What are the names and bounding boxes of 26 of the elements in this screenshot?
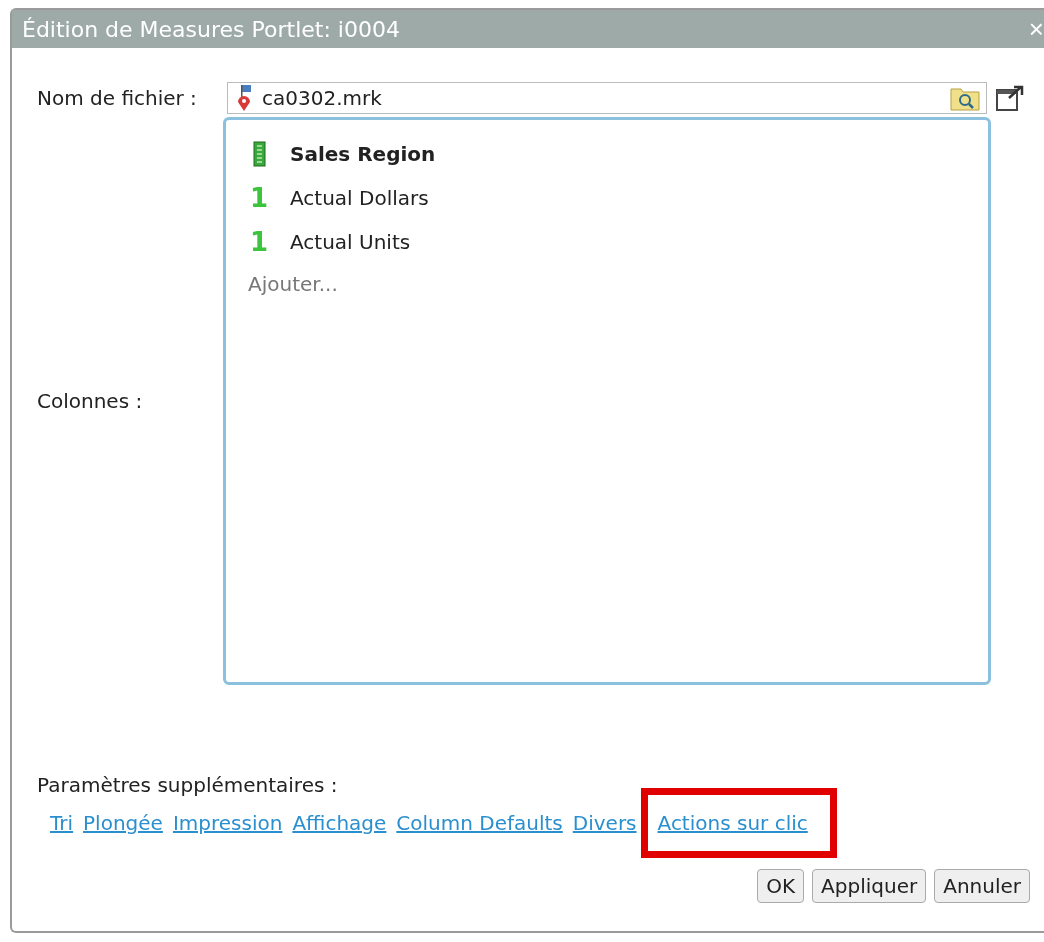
dialog-button[interactable]: Annuler (934, 869, 1030, 903)
column-item[interactable]: Actual Units (290, 230, 411, 254)
close-button[interactable]: × (1028, 13, 1044, 45)
settings-link[interactable]: Divers (572, 811, 637, 835)
settings-link[interactable]: Column Defaults (396, 811, 563, 835)
file-name-value: ca0302.mrk (262, 86, 383, 110)
column-item[interactable]: Actual Dollars (290, 186, 429, 210)
folder-search-icon[interactable] (950, 85, 980, 111)
settings-link[interactable]: Impression (172, 811, 283, 835)
field-label: Colonnes : (37, 389, 144, 413)
dialog-button[interactable]: Appliquer (812, 869, 927, 903)
section-label: Paramètres supplémentaires : (37, 773, 339, 797)
pin-icon (236, 84, 252, 112)
settings-link[interactable]: Affichage (292, 811, 387, 835)
external-window-icon[interactable] (995, 84, 1025, 112)
measure-icon: 1 (248, 183, 270, 213)
measure-icon: 1 (248, 227, 270, 257)
settings-link[interactable]: Tri (50, 811, 74, 835)
field-label: Nom de fichier : (37, 86, 198, 110)
add-link[interactable]: Ajouter... (248, 272, 988, 296)
column-item[interactable]: Sales Region (290, 142, 436, 166)
window-title: Édition de Measures Portlet: i0004 (22, 16, 400, 42)
dialog-button[interactable]: OK (757, 869, 805, 903)
file-name-field[interactable]: ca0302.mrk (227, 82, 987, 114)
settings-link[interactable]: Actions sur clic (657, 811, 808, 835)
settings-link[interactable]: Plongée (83, 811, 163, 835)
